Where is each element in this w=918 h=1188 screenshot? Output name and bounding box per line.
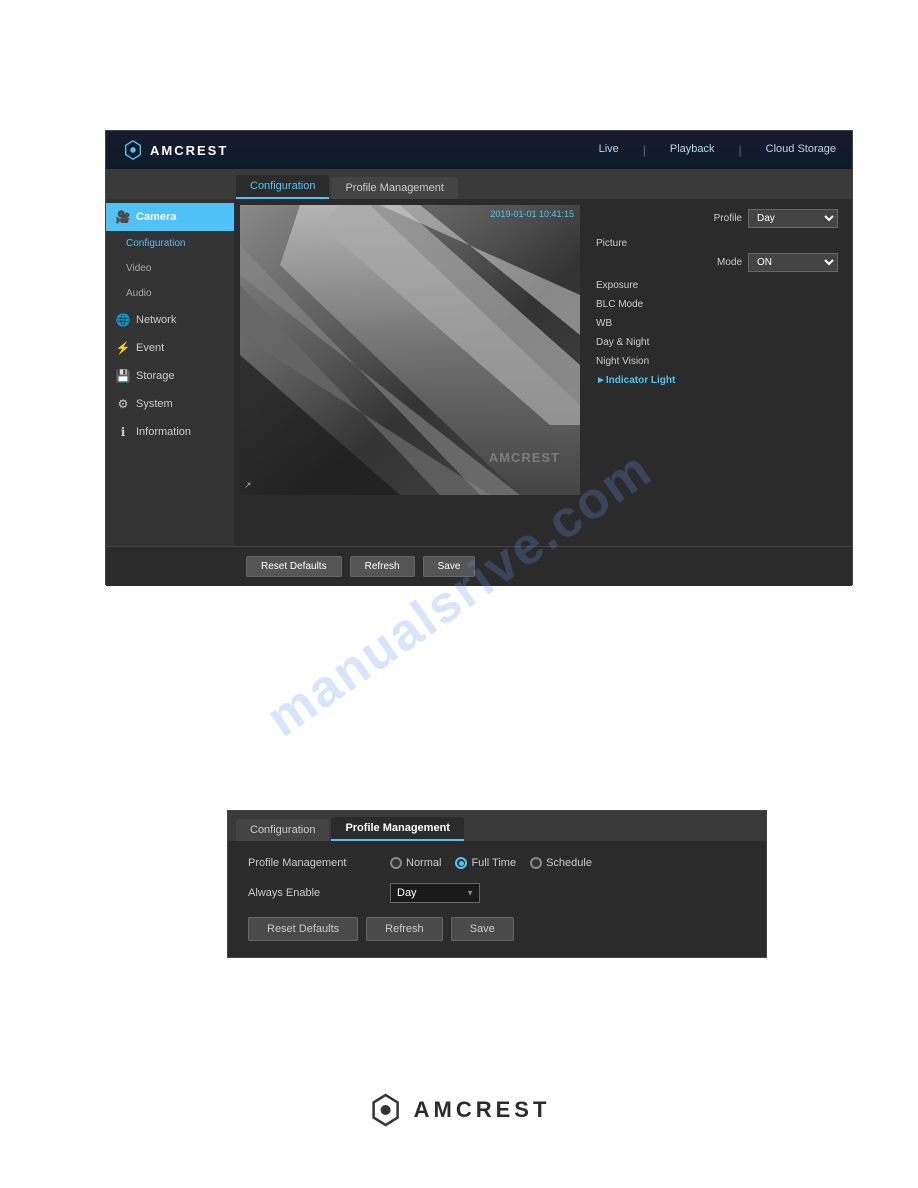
- radio-normal-circle: [390, 857, 402, 869]
- app-body: 🎥 Camera Configuration Video Audio 🌐 Net…: [106, 199, 852, 546]
- save-button-bottom[interactable]: Save: [451, 917, 514, 941]
- profile-row: Profile Day Night Normal: [596, 209, 838, 228]
- sidebar-storage-label: Storage: [136, 370, 175, 382]
- reset-defaults-button-bottom[interactable]: Reset Defaults: [248, 917, 358, 941]
- sidebar-item-audio[interactable]: Audio: [106, 281, 234, 306]
- top-panel: AMCREST Live | Playback | Cloud Storage …: [105, 130, 853, 585]
- menu-blc-mode[interactable]: BLC Mode: [596, 295, 838, 314]
- bottom-panel: Configuration Profile Management Profile…: [227, 810, 767, 958]
- menu-exposure[interactable]: Exposure: [596, 276, 838, 295]
- sidebar-item-storage[interactable]: 💾 Storage: [106, 362, 234, 390]
- sidebar-event-label: Event: [136, 342, 164, 354]
- refresh-button-top[interactable]: Refresh: [350, 556, 415, 577]
- sidebar-camera-label: Camera: [136, 211, 176, 223]
- menu-wb[interactable]: WB: [596, 314, 838, 333]
- sidebar-network-label: Network: [136, 314, 176, 326]
- bottom-tab-bar: Configuration Profile Management: [228, 811, 766, 841]
- sidebar: 🎥 Camera Configuration Video Audio 🌐 Net…: [106, 199, 234, 546]
- camera-timestamp: 2019-01-01 10:41:15: [490, 209, 574, 219]
- always-enable-select[interactable]: Day Night Normal: [390, 883, 480, 903]
- camera-watermark: AMCREST: [489, 450, 560, 465]
- radio-full-time-circle: [455, 857, 467, 869]
- always-enable-label: Always Enable: [248, 887, 378, 899]
- mode-select[interactable]: ON OFF: [748, 253, 838, 272]
- logo-text: AMCREST: [150, 143, 228, 158]
- top-bottom-bar: Reset Defaults Refresh Save: [106, 546, 852, 586]
- top-tab-bar: Configuration Profile Management: [106, 169, 852, 199]
- radio-normal[interactable]: Normal: [390, 857, 441, 869]
- menu-indicator-light[interactable]: ►Indicator Light: [596, 371, 838, 390]
- app-logo: AMCREST: [122, 139, 228, 161]
- event-icon: ⚡: [116, 341, 130, 355]
- radio-schedule-circle: [530, 857, 542, 869]
- sidebar-item-config[interactable]: Configuration: [106, 231, 234, 256]
- sidebar-item-camera[interactable]: 🎥 Camera: [106, 203, 234, 231]
- sidebar-item-information[interactable]: ℹ Information: [106, 418, 234, 446]
- profile-buttons: Reset Defaults Refresh Save: [248, 917, 746, 941]
- information-icon: ℹ: [116, 425, 130, 439]
- sidebar-item-network[interactable]: 🌐 Network: [106, 306, 234, 334]
- profile-select[interactable]: Day Night Normal: [748, 209, 838, 228]
- radio-full-time[interactable]: Full Time: [455, 857, 516, 869]
- reset-defaults-button-top[interactable]: Reset Defaults: [246, 556, 342, 577]
- profile-management-label: Profile Management: [248, 857, 378, 869]
- mode-row: Mode ON OFF: [596, 253, 838, 272]
- sidebar-system-label: System: [136, 398, 173, 410]
- menu-picture[interactable]: Picture: [596, 234, 838, 253]
- bottom-logo-text: AMCREST: [414, 1097, 551, 1123]
- header-nav: Live | Playback | Cloud Storage: [599, 143, 836, 157]
- profile-management-row: Profile Management Normal Full Time Sche…: [248, 857, 746, 869]
- app-header: AMCREST Live | Playback | Cloud Storage: [106, 131, 852, 169]
- radio-schedule-label: Schedule: [546, 857, 592, 869]
- tab-configuration[interactable]: Configuration: [236, 175, 329, 199]
- menu-night-vision[interactable]: Night Vision: [596, 352, 838, 371]
- bottom-logo-icon: [368, 1092, 404, 1128]
- nav-cloud-storage[interactable]: Cloud Storage: [766, 143, 836, 157]
- profile-body: Profile Management Normal Full Time Sche…: [228, 841, 766, 957]
- sidebar-item-video[interactable]: Video: [106, 256, 234, 281]
- system-icon: ⚙: [116, 397, 130, 411]
- camera-preview: 2019-01-01 10:41:15 AMCREST ↗: [240, 205, 580, 495]
- menu-day-night[interactable]: Day & Night: [596, 333, 838, 352]
- mode-label: Mode: [717, 257, 742, 268]
- nav-playback[interactable]: Playback: [670, 143, 715, 157]
- sidebar-item-system[interactable]: ⚙ System: [106, 390, 234, 418]
- sidebar-item-event[interactable]: ⚡ Event: [106, 334, 234, 362]
- radio-normal-label: Normal: [406, 857, 441, 869]
- save-button-top[interactable]: Save: [423, 556, 476, 577]
- corner-indicator: ↗: [244, 480, 252, 491]
- sidebar-information-label: Information: [136, 426, 191, 438]
- refresh-button-bottom[interactable]: Refresh: [366, 917, 443, 941]
- camera-image: 2019-01-01 10:41:15 AMCREST ↗: [240, 205, 580, 495]
- radio-group: Normal Full Time Schedule: [390, 857, 592, 869]
- amcrest-logo-icon: [122, 139, 144, 161]
- radio-schedule[interactable]: Schedule: [530, 857, 592, 869]
- camera-icon: 🎥: [116, 210, 130, 224]
- settings-panel: Profile Day Night Normal Picture Mode ON…: [588, 205, 846, 540]
- tab2-configuration[interactable]: Configuration: [236, 819, 329, 841]
- tab2-profile-management[interactable]: Profile Management: [331, 817, 464, 841]
- storage-icon: 💾: [116, 369, 130, 383]
- nav-live[interactable]: Live: [599, 143, 619, 157]
- main-content: 2019-01-01 10:41:15 AMCREST ↗ Profile Da…: [234, 199, 852, 546]
- always-enable-select-wrapper: Day Night Normal: [390, 883, 480, 903]
- bottom-logo: AMCREST: [368, 1092, 551, 1128]
- radio-full-time-label: Full Time: [471, 857, 516, 869]
- always-enable-row: Always Enable Day Night Normal: [248, 883, 746, 903]
- profile-label: Profile: [714, 213, 742, 224]
- network-icon: 🌐: [116, 313, 130, 327]
- tab-profile-management[interactable]: Profile Management: [331, 177, 457, 199]
